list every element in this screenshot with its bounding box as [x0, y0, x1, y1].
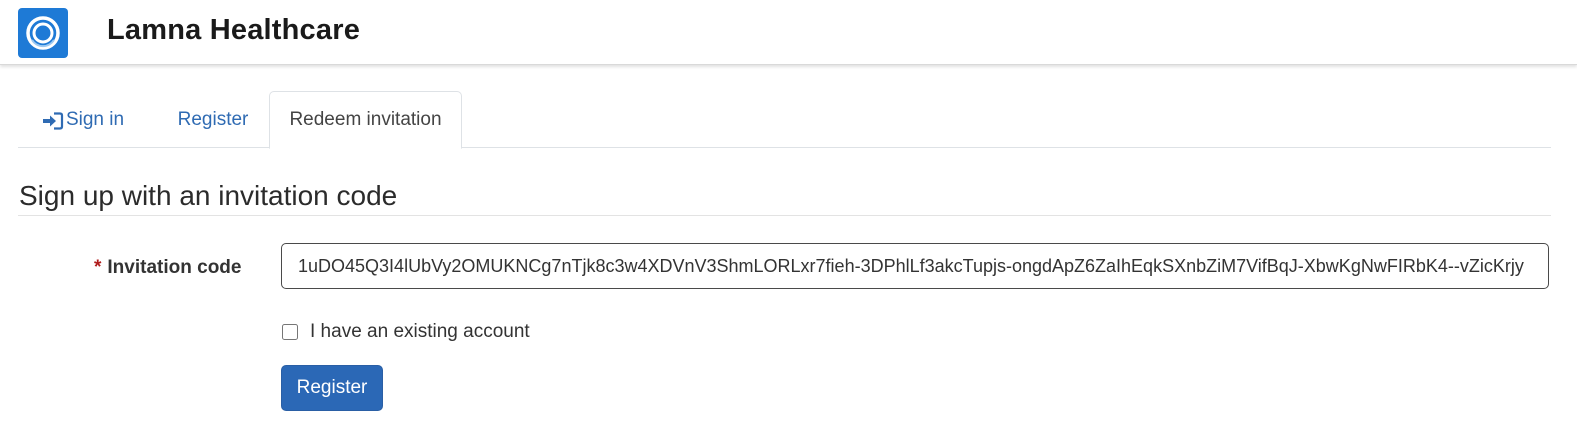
invitation-code-label: * Invitation code — [94, 257, 241, 279]
top-bar: Lamna Healthcare — [0, 0, 1577, 65]
invitation-code-input[interactable] — [281, 243, 1549, 289]
existing-account-checkbox[interactable] — [282, 324, 298, 340]
required-marker: * — [94, 257, 102, 278]
auth-tabs: Sign in Register Redeem invitation — [18, 91, 1551, 149]
existing-account-label[interactable]: I have an existing account — [310, 321, 530, 343]
tab-sign-in[interactable]: Sign in — [18, 91, 148, 148]
tab-register[interactable]: Register — [158, 91, 268, 148]
register-button[interactable]: Register — [281, 365, 383, 411]
sign-in-icon — [42, 111, 64, 130]
invitation-code-label-text: Invitation code — [107, 257, 242, 278]
tab-redeem-invitation[interactable]: Redeem invitation — [269, 91, 462, 149]
heading-divider — [18, 215, 1551, 216]
tab-sign-in-label: Sign in — [65, 108, 125, 130]
tab-redeem-invitation-label: Redeem invitation — [289, 109, 442, 130]
ring-logo-icon[interactable] — [18, 8, 68, 58]
page-title: Sign up with an invitation code — [19, 180, 398, 211]
brand-name[interactable]: Lamna Healthcare — [107, 14, 360, 47]
existing-account-row: I have an existing account — [281, 321, 530, 343]
tab-register-label: Register — [177, 108, 249, 130]
